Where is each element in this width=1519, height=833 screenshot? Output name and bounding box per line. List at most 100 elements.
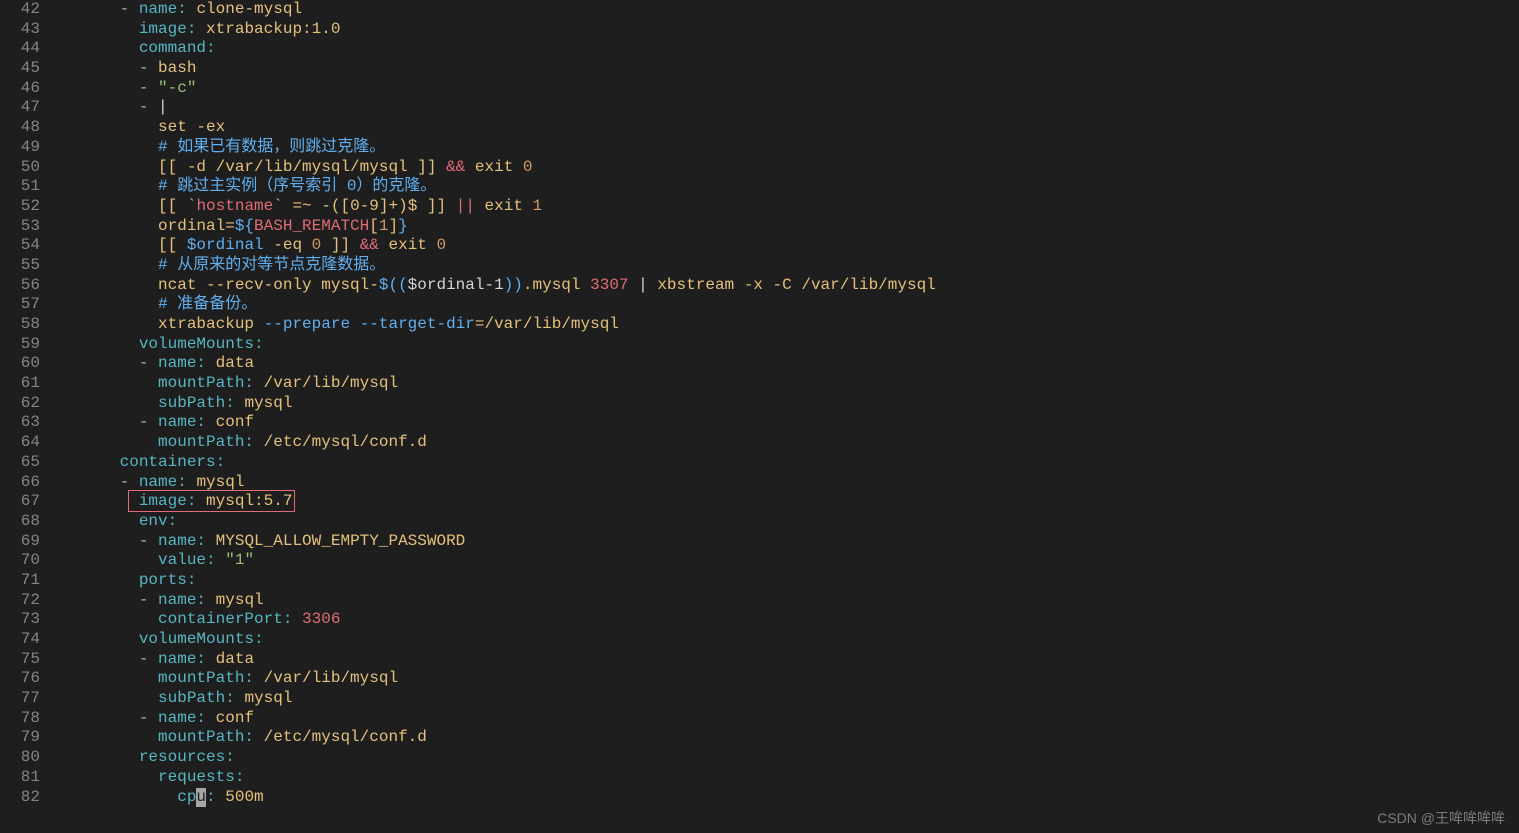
code-area[interactable]: - name: clone-mysql image: xtrabackup:1.… bbox=[62, 0, 1519, 807]
line-number: 77 bbox=[0, 689, 40, 709]
code-line[interactable]: image: mysql:5.7 bbox=[62, 492, 1519, 512]
code-line[interactable]: requests: bbox=[62, 768, 1519, 788]
line-number: 68 bbox=[0, 512, 40, 532]
token-key: name: bbox=[158, 650, 206, 668]
token-str: "1" bbox=[225, 551, 254, 569]
token-key: name: bbox=[139, 473, 187, 491]
code-line[interactable]: # 准备备份。 bbox=[62, 295, 1519, 315]
code-line[interactable]: mountPath: /var/lib/mysql bbox=[62, 669, 1519, 689]
code-line[interactable]: value: "1" bbox=[62, 551, 1519, 571]
line-number: 59 bbox=[0, 335, 40, 355]
code-line[interactable]: [[ $ordinal -eq 0 ]] && exit 0 bbox=[62, 236, 1519, 256]
line-number: 79 bbox=[0, 728, 40, 748]
token-dash: - bbox=[139, 354, 158, 372]
token-braces: ] bbox=[388, 217, 398, 235]
code-line[interactable]: command: bbox=[62, 39, 1519, 59]
code-line[interactable]: containers: bbox=[62, 453, 1519, 473]
token-key: name: bbox=[158, 591, 206, 609]
token-white: | bbox=[629, 276, 658, 294]
code-line[interactable]: [[ `hostname` =~ -([0-9]+)$ ]] || exit 1 bbox=[62, 197, 1519, 217]
code-line[interactable]: ports: bbox=[62, 571, 1519, 591]
token-val: 0-9 bbox=[350, 197, 379, 215]
token-val: =/var/lib/mysql bbox=[475, 315, 619, 333]
token-white bbox=[177, 197, 187, 215]
line-number: 61 bbox=[0, 374, 40, 394]
token-red: BASH_REMATCH bbox=[254, 217, 369, 235]
code-line[interactable]: xtrabackup --prepare --target-dir=/var/l… bbox=[62, 315, 1519, 335]
code-line[interactable]: volumeMounts: bbox=[62, 630, 1519, 650]
code-line[interactable]: - name: mysql bbox=[62, 473, 1519, 493]
code-line[interactable]: # 如果已有数据，则跳过克隆。 bbox=[62, 138, 1519, 158]
code-line[interactable]: - name: data bbox=[62, 354, 1519, 374]
token-cmt: # 如果已有数据，则跳过克隆。 bbox=[158, 138, 385, 156]
code-line[interactable]: resources: bbox=[62, 748, 1519, 768]
token-white bbox=[254, 728, 264, 746]
code-line[interactable]: mountPath: /etc/mysql/conf.d bbox=[62, 433, 1519, 453]
code-line[interactable]: cpu: 500m bbox=[62, 788, 1519, 808]
line-number: 47 bbox=[0, 98, 40, 118]
code-line[interactable]: - name: mysql bbox=[62, 591, 1519, 611]
code-editor[interactable]: 4243444546474849505152535455565758596061… bbox=[0, 0, 1519, 807]
token-val: mysql:5.7 bbox=[206, 492, 292, 510]
code-line[interactable]: mountPath: /etc/mysql/conf.d bbox=[62, 728, 1519, 748]
token-val: xtrabackup bbox=[158, 315, 264, 333]
code-line[interactable]: volumeMounts: bbox=[62, 335, 1519, 355]
line-number: 64 bbox=[0, 433, 40, 453]
token-val: ordinal= bbox=[158, 217, 235, 235]
code-line[interactable]: - name: clone-mysql bbox=[62, 0, 1519, 20]
token-white bbox=[216, 551, 226, 569]
code-line[interactable]: env: bbox=[62, 512, 1519, 532]
token-braces: [[ bbox=[158, 197, 177, 215]
line-number: 76 bbox=[0, 669, 40, 689]
token-key: name: bbox=[158, 354, 206, 372]
code-line[interactable]: - | bbox=[62, 98, 1519, 118]
code-line[interactable]: subPath: mysql bbox=[62, 394, 1519, 414]
token-white bbox=[206, 354, 216, 372]
token-var: )) bbox=[504, 276, 523, 294]
token-key: requests: bbox=[158, 768, 244, 786]
token-dash: - bbox=[139, 59, 158, 77]
code-line[interactable]: - name: data bbox=[62, 650, 1519, 670]
code-line[interactable]: mountPath: /var/lib/mysql bbox=[62, 374, 1519, 394]
line-number: 53 bbox=[0, 217, 40, 237]
token-white bbox=[321, 236, 331, 254]
token-white: $ordinal-1 bbox=[408, 276, 504, 294]
code-line[interactable]: image: xtrabackup:1.0 bbox=[62, 20, 1519, 40]
code-line[interactable]: set -ex bbox=[62, 118, 1519, 138]
code-line[interactable]: - bash bbox=[62, 59, 1519, 79]
token-key: image: bbox=[139, 20, 197, 38]
code-line[interactable]: ncat --recv-only mysql-$(($ordinal-1)).m… bbox=[62, 276, 1519, 296]
line-number: 81 bbox=[0, 768, 40, 788]
token-dash: - bbox=[139, 591, 158, 609]
token-val: .mysql bbox=[523, 276, 590, 294]
token-num: 1 bbox=[533, 197, 543, 215]
token-val: ` bbox=[187, 197, 197, 215]
code-line[interactable]: - name: conf bbox=[62, 709, 1519, 729]
line-number: 73 bbox=[0, 610, 40, 630]
token-val: xtrabackup:1.0 bbox=[206, 20, 340, 38]
token-braces: [ bbox=[340, 197, 350, 215]
line-number: 49 bbox=[0, 138, 40, 158]
line-number: 51 bbox=[0, 177, 40, 197]
code-line[interactable]: # 跳过主实例（序号索引 0）的克隆。 bbox=[62, 177, 1519, 197]
code-line[interactable]: # 从原来的对等节点克隆数据。 bbox=[62, 256, 1519, 276]
code-line[interactable]: - name: conf bbox=[62, 413, 1519, 433]
token-red: 3306 bbox=[302, 610, 340, 628]
token-key: volumeMounts: bbox=[139, 335, 264, 353]
line-number: 75 bbox=[0, 650, 40, 670]
code-line[interactable]: - "-c" bbox=[62, 79, 1519, 99]
line-number: 60 bbox=[0, 354, 40, 374]
code-line[interactable]: containerPort: 3306 bbox=[62, 610, 1519, 630]
token-val: mysql bbox=[196, 473, 244, 491]
token-key: containers: bbox=[120, 453, 226, 471]
code-line[interactable]: ordinal=${BASH_REMATCH[1]} bbox=[62, 217, 1519, 237]
token-str: "-c" bbox=[158, 79, 196, 97]
code-line[interactable]: subPath: mysql bbox=[62, 689, 1519, 709]
token-key: name: bbox=[158, 532, 206, 550]
code-line[interactable]: - name: MYSQL_ALLOW_EMPTY_PASSWORD bbox=[62, 532, 1519, 552]
code-line[interactable]: [[ -d /var/lib/mysql/mysql ]] && exit 0 bbox=[62, 158, 1519, 178]
line-number: 65 bbox=[0, 453, 40, 473]
token-val: bash bbox=[158, 59, 196, 77]
line-number: 71 bbox=[0, 571, 40, 591]
token-val: exit bbox=[485, 197, 533, 215]
